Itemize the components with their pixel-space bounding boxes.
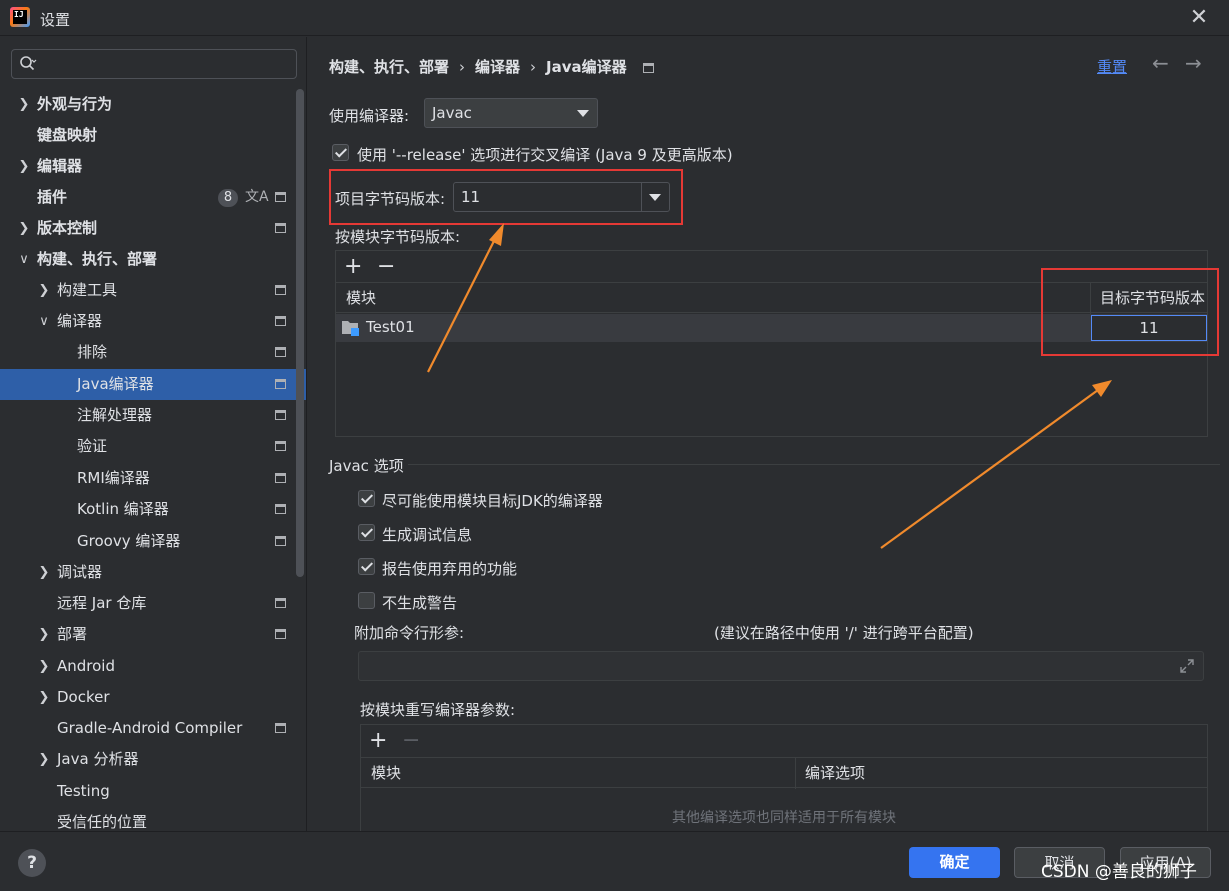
sidebar-scrollbar[interactable] [296, 89, 304, 577]
chevron-right-icon: ❯ [38, 565, 50, 580]
sidebar-item-rmi-compiler[interactable]: RMI编译器 [0, 463, 295, 494]
plugins-count-badge: 8 [218, 189, 238, 207]
project-scope-icon [275, 598, 286, 608]
title-bar: IJ 设置 ✕ [0, 0, 1229, 36]
project-scope-icon [275, 441, 286, 451]
watermark-text: CSDN @善良的狮子 [1041, 862, 1197, 882]
chevron-right-icon: ❯ [18, 221, 30, 236]
sidebar-item-trusted-locations[interactable]: 受信任的位置 [0, 807, 295, 831]
annotation-arrow [880, 389, 1099, 549]
sidebar-item-build-tools[interactable]: ❯ 构建工具 [0, 275, 295, 306]
help-button[interactable]: ? [18, 849, 46, 877]
project-scope-icon [275, 285, 286, 295]
sidebar-item-annotation-processors[interactable]: 注解处理器 [0, 400, 295, 431]
project-scope-icon [275, 347, 286, 357]
search-input[interactable] [11, 49, 297, 79]
window-title: 设置 [40, 11, 71, 29]
sidebar-item-debugger[interactable]: ❯ 调试器 [0, 557, 295, 588]
chevron-right-icon: ❯ [38, 690, 50, 705]
chevron-right-icon: ❯ [38, 627, 50, 642]
sidebar-item-build-execution-deployment[interactable]: ∨ 构建、执行、部署 [0, 244, 295, 275]
ok-button[interactable]: 确定 [909, 847, 1000, 878]
settings-sidebar: ❯ 外观与行为 键盘映射 ❯ 编辑器 插件 8 文A ❯ 版本控制 ∨ 构建、执… [0, 37, 307, 831]
sidebar-item-groovy-compiler[interactable]: Groovy 编译器 [0, 526, 295, 557]
sidebar-item-deployment[interactable]: ❯ 部署 [0, 619, 295, 650]
sidebar-item-kotlin-compiler[interactable]: Kotlin 编译器 [0, 494, 295, 525]
chevron-right-icon: ❯ [38, 659, 50, 674]
annotation-arrow [427, 236, 497, 373]
project-scope-icon [275, 192, 286, 202]
chevron-down-icon: ∨ [19, 252, 29, 267]
sidebar-item-java-compiler[interactable]: Java编译器 [0, 369, 306, 400]
project-scope-icon [275, 316, 286, 326]
project-scope-icon [275, 410, 286, 420]
sidebar-item-docker[interactable]: ❯ Docker [0, 682, 295, 713]
close-icon[interactable]: ✕ [1186, 6, 1212, 32]
translate-icon: 文A [245, 189, 269, 205]
sidebar-item-gradle-android-compiler[interactable]: Gradle-Android Compiler [0, 713, 295, 744]
project-scope-icon [275, 379, 286, 389]
sidebar-item-excludes[interactable]: 排除 [0, 337, 295, 368]
sidebar-item-validation[interactable]: 验证 [0, 431, 295, 462]
project-scope-icon [275, 504, 286, 514]
arrowhead-icon [1092, 380, 1112, 397]
project-scope-icon [275, 473, 286, 483]
annotation-arrows [427, 223, 1112, 549]
project-scope-icon [275, 723, 286, 733]
sidebar-item-vcs[interactable]: ❯ 版本控制 [0, 213, 295, 244]
arrowhead-icon [489, 223, 504, 246]
chevron-right-icon: ❯ [38, 752, 50, 767]
sidebar-item-java-profiler[interactable]: ❯ Java 分析器 [0, 744, 295, 775]
intellij-logo-icon: IJ [10, 7, 30, 27]
chevron-right-icon: ❯ [18, 159, 30, 174]
chevron-right-icon: ❯ [38, 283, 50, 298]
project-scope-icon [275, 536, 286, 546]
sidebar-item-remote-jar-repos[interactable]: 远程 Jar 仓库 [0, 588, 295, 619]
settings-content: 构建、执行、部署 › 编译器 › Java编译器 重置 ← → 使用编译器: Javac… [308, 37, 1229, 831]
chevron-right-icon: ❯ [18, 97, 30, 112]
sidebar-item-android[interactable]: ❯ Android [0, 651, 295, 682]
search-icon [20, 56, 37, 71]
project-scope-icon [275, 629, 286, 639]
chevron-down-icon: ∨ [39, 314, 49, 329]
sidebar-item-editor[interactable]: ❯ 编辑器 [0, 151, 295, 182]
sidebar-item-appearance[interactable]: ❯ 外观与行为 [0, 89, 295, 120]
project-scope-icon [275, 223, 286, 233]
sidebar-item-testing[interactable]: Testing [0, 776, 295, 807]
sidebar-item-compiler[interactable]: ∨ 编译器 [0, 306, 295, 337]
sidebar-item-keymap[interactable]: 键盘映射 [0, 120, 295, 151]
sidebar-item-plugins[interactable]: 插件 8 文A [0, 182, 295, 213]
